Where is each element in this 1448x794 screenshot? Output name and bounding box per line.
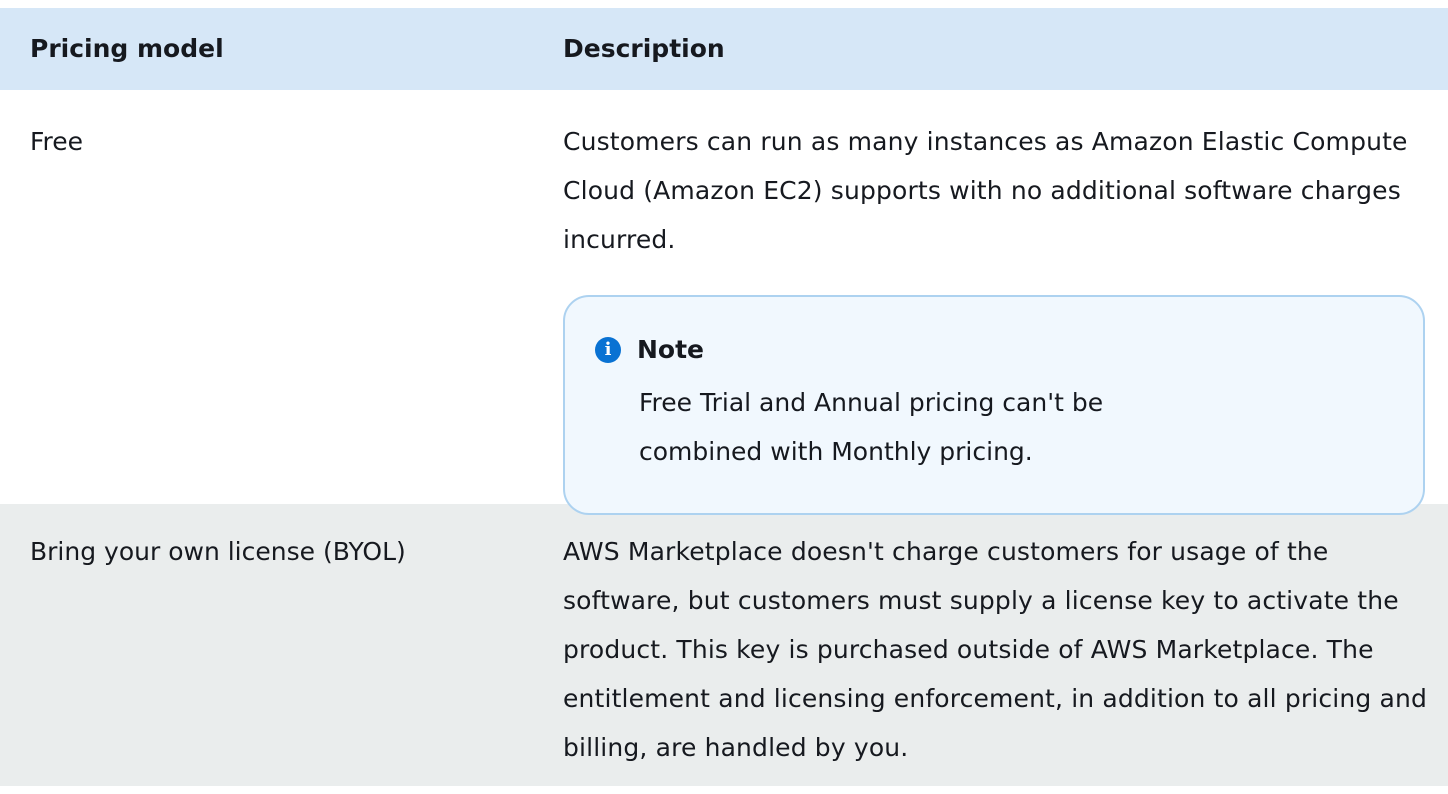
note-title: Note	[637, 335, 705, 364]
header-pricing-model: Pricing model	[30, 34, 224, 63]
pricing-model-cell: Free	[30, 127, 84, 156]
info-icon: i	[595, 337, 621, 363]
description-text: AWS Marketplace doesn't charge customers…	[563, 537, 1427, 762]
header-description: Description	[563, 34, 725, 63]
table-row: Bring your own license (BYOL) AWS Market…	[0, 504, 1448, 786]
note-body: Free Trial and Annual pricing can't be c…	[639, 388, 1104, 466]
description-text: Customers can run as many instances as A…	[563, 127, 1408, 254]
pricing-table: Pricing model Description Free Customers…	[0, 8, 1448, 786]
note-callout: i Note Free Trial and Annual pricing can…	[563, 295, 1425, 515]
description-cell: Customers can run as many instances as A…	[555, 90, 1448, 515]
description-cell: AWS Marketplace doesn't charge customers…	[555, 504, 1448, 786]
pricing-model-cell: Bring your own license (BYOL)	[30, 537, 406, 566]
table-header-row: Pricing model Description	[0, 8, 1448, 90]
table-row: Free Customers can run as many instances…	[0, 90, 1448, 515]
note-header: i Note	[595, 332, 1393, 368]
